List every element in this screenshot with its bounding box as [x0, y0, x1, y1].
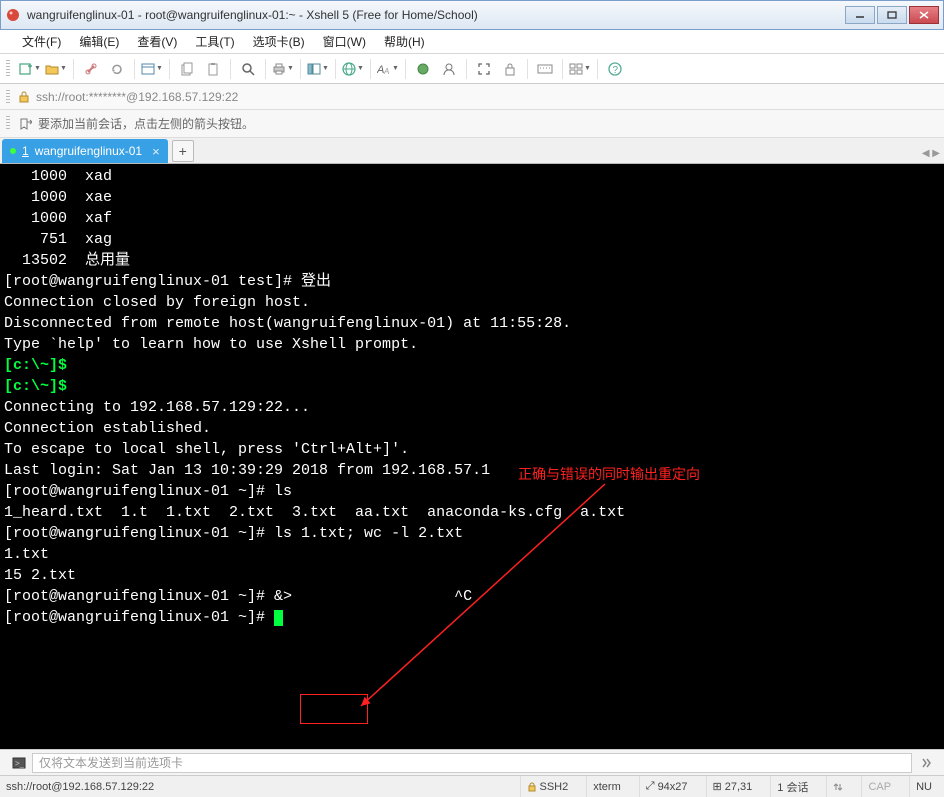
terminal-line: 1_heard.txt 1.t 1.txt 2.txt 3.txt aa.txt…	[4, 502, 940, 523]
status-sessions: 1 会话	[770, 776, 814, 797]
send-button[interactable]	[918, 754, 936, 772]
menu-file[interactable]: 文件(F)	[18, 30, 65, 53]
session-tab[interactable]: 1 wangruifenglinux-01 ×	[2, 139, 168, 163]
menu-help[interactable]: 帮助(H)	[380, 30, 429, 53]
user-button[interactable]	[437, 58, 461, 80]
status-size: ⤢94x27	[639, 776, 694, 797]
print-button[interactable]: ▼	[271, 58, 295, 80]
window-title: wangruifenglinux-01 - root@wangruifengli…	[27, 8, 845, 22]
status-caps: CAP	[861, 776, 897, 797]
terminal-line: [root@wangruifenglinux-01 ~]# ls 1.txt; …	[4, 523, 940, 544]
bookmark-icon[interactable]	[18, 117, 32, 131]
annotation-highlight-box	[300, 694, 368, 724]
window-titlebar: wangruifenglinux-01 - root@wangruifengli…	[0, 0, 944, 30]
lock-icon	[18, 91, 30, 103]
svg-text:?: ?	[613, 65, 619, 76]
status-address: ssh://root@192.168.57.129:22	[6, 781, 508, 793]
new-tab-button[interactable]: +	[172, 140, 194, 162]
properties-button[interactable]: ▼	[140, 58, 164, 80]
terminal-line: Connection established.	[4, 418, 940, 439]
help-button[interactable]: ?	[603, 58, 627, 80]
terminal-line: 1.txt	[4, 544, 940, 565]
grid-icon: ⊞	[713, 780, 722, 793]
minimize-button[interactable]	[845, 6, 875, 24]
menu-view[interactable]: 查看(V)	[133, 30, 181, 53]
command-input[interactable]: 仅将文本发送到当前选项卡	[32, 753, 912, 773]
status-updown	[826, 776, 849, 797]
terminal-line: 1000 xad	[4, 166, 940, 187]
open-button[interactable]: ▼	[44, 58, 68, 80]
terminal-prompt: [c:\~]$	[4, 376, 940, 397]
terminal-line: 13502 总用量	[4, 250, 940, 271]
svg-text:>_: >_	[15, 759, 25, 768]
status-term: xterm	[586, 776, 627, 797]
resize-icon: ⤢	[646, 780, 655, 793]
fullscreen-button[interactable]	[472, 58, 496, 80]
command-input-bar: >_ 仅将文本发送到当前选项卡	[0, 749, 944, 775]
hint-bar: 要添加当前会话，点击左侧的箭头按钮。	[0, 110, 944, 138]
paste-button[interactable]	[201, 58, 225, 80]
tab-label: wangruifenglinux-01	[35, 144, 142, 158]
status-indicator-icon	[10, 148, 16, 154]
terminal-line: Type `help' to learn how to use Xshell p…	[4, 334, 940, 355]
app-icon	[5, 7, 21, 23]
traffic-icon	[833, 782, 843, 792]
menu-window[interactable]: 窗口(W)	[319, 30, 370, 53]
sessions-panel-button[interactable]: ▼	[306, 58, 330, 80]
lock-button[interactable]	[498, 58, 522, 80]
layout-button[interactable]: ▼	[568, 58, 592, 80]
menu-tools[interactable]: 工具(T)	[191, 30, 238, 53]
keyboard-button[interactable]	[533, 58, 557, 80]
hint-text: 要添加当前会话，点击左侧的箭头按钮。	[38, 115, 254, 132]
color-button[interactable]	[411, 58, 435, 80]
menu-edit[interactable]: 编辑(E)	[75, 30, 123, 53]
terminal-line: 751 xag	[4, 229, 940, 250]
terminal-line: To escape to local shell, press 'Ctrl+Al…	[4, 439, 940, 460]
address-bar: ssh://root:********@192.168.57.129:22	[0, 84, 944, 110]
search-button[interactable]	[236, 58, 260, 80]
terminal[interactable]: 1000 xad 1000 xae 1000 xaf 751 xag 13502…	[0, 164, 944, 749]
terminal-line: [root@wangruifenglinux-01 test]# 登出	[4, 271, 940, 292]
terminal-line: 1000 xae	[4, 187, 940, 208]
terminal-line: 1000 xaf	[4, 208, 940, 229]
status-bar: ssh://root@192.168.57.129:22 SSH2 xterm …	[0, 775, 944, 797]
prompt-icon: >_	[12, 756, 26, 770]
globe-button[interactable]: ▼	[341, 58, 365, 80]
lock-icon	[527, 782, 537, 792]
maximize-button[interactable]	[877, 6, 907, 24]
address-text[interactable]: ssh://root:********@192.168.57.129:22	[36, 90, 932, 104]
tab-close-icon[interactable]: ×	[152, 144, 160, 159]
reconnect-button[interactable]	[105, 58, 129, 80]
terminal-line: Disconnected from remote host(wangruifen…	[4, 313, 940, 334]
cursor-icon	[274, 610, 283, 626]
status-protocol: SSH2	[520, 776, 575, 797]
tab-index: 1	[22, 144, 29, 158]
terminal-line: [root@wangruifenglinux-01 ~]#	[4, 607, 940, 628]
svg-text:A: A	[383, 67, 389, 76]
new-session-button[interactable]: ▼	[18, 58, 42, 80]
status-num: NU	[909, 776, 938, 797]
terminal-line: Connecting to 192.168.57.129:22...	[4, 397, 940, 418]
toolbar: ▼ ▼ ▼ ▼ ▼ ▼ AA▼ ▼ ?	[0, 54, 944, 84]
copy-button[interactable]	[175, 58, 199, 80]
terminal-line: 15 2.txt	[4, 565, 940, 586]
menu-bar: 文件(F) 编辑(E) 查看(V) 工具(T) 选项卡(B) 窗口(W) 帮助(…	[0, 30, 944, 54]
close-button[interactable]	[909, 6, 939, 24]
menu-tabs[interactable]: 选项卡(B)	[249, 30, 309, 53]
font-button[interactable]: AA▼	[376, 58, 400, 80]
terminal-line: Last login: Sat Jan 13 10:39:29 2018 fro…	[4, 460, 940, 481]
terminal-prompt: [c:\~]$	[4, 355, 940, 376]
tab-nav-arrows[interactable]: ◀ ▶	[922, 148, 940, 159]
link-button[interactable]	[79, 58, 103, 80]
status-position: ⊞27,31	[706, 776, 759, 797]
terminal-line: [root@wangruifenglinux-01 ~]# &> ^C	[4, 586, 940, 607]
tab-strip: 1 wangruifenglinux-01 × + ◀ ▶	[0, 138, 944, 164]
terminal-line: [root@wangruifenglinux-01 ~]# ls	[4, 481, 940, 502]
terminal-line: Connection closed by foreign host.	[4, 292, 940, 313]
